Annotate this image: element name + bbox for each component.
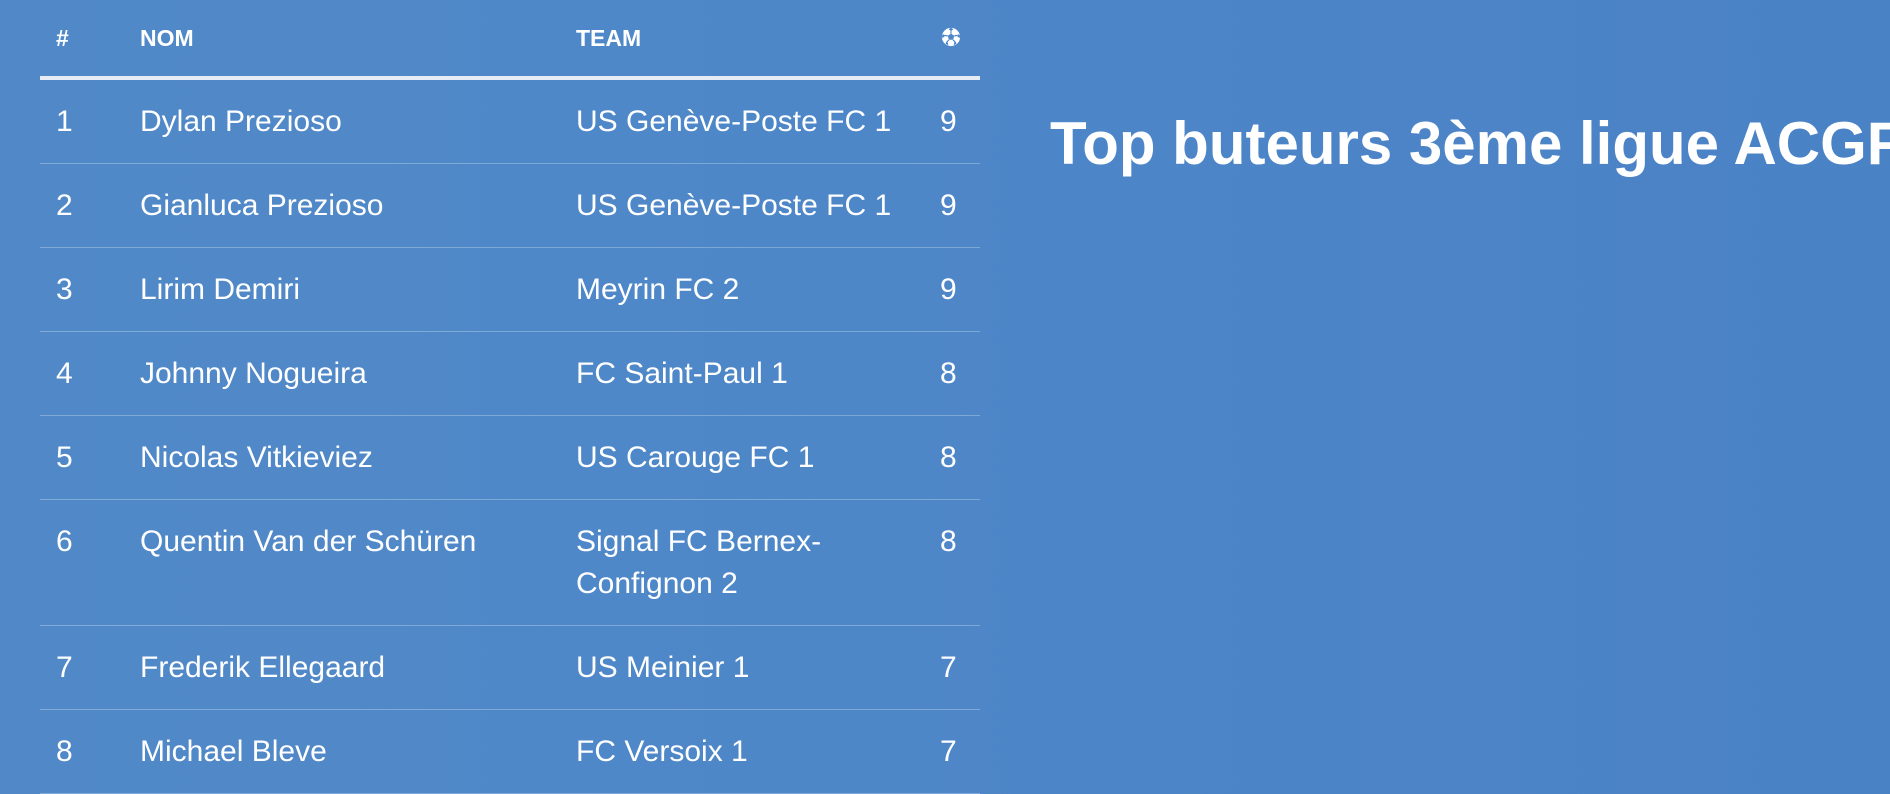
table-row: 4 Johnny Nogueira FC Saint-Paul 1 8 [40, 331, 980, 416]
header-goals [940, 0, 980, 80]
page-title: Top buteurs 3ème ligue ACGF [1050, 110, 1890, 177]
table-row: 6 Quentin Van der Schüren Signal FC Bern… [40, 499, 980, 626]
cell-rank: 8 [40, 709, 124, 794]
cell-name: Gianluca Prezioso [124, 163, 560, 248]
table-header: # NOM TEAM [40, 0, 980, 80]
cell-name: Lirim Demiri [124, 247, 560, 332]
cell-goals: 8 [940, 415, 980, 500]
cell-rank: 4 [40, 331, 124, 416]
cell-team: US Genève-Poste FC 1 [560, 78, 940, 164]
table-row: 3 Lirim Demiri Meyrin FC 2 9 [40, 247, 980, 332]
cell-goals: 8 [940, 499, 980, 626]
scorers-table-container: # NOM TEAM 1 Dylan Prezioso US Genève-Po… [40, 0, 980, 794]
cell-team: US Carouge FC 1 [560, 415, 940, 500]
cell-rank: 2 [40, 163, 124, 248]
cell-team: FC Saint-Paul 1 [560, 331, 940, 416]
cell-team: Meyrin FC 2 [560, 247, 940, 332]
cell-name: Quentin Van der Schüren [124, 499, 560, 626]
cell-name: Johnny Nogueira [124, 331, 560, 416]
header-row: # NOM TEAM [40, 0, 980, 80]
cell-team: US Genève-Poste FC 1 [560, 163, 940, 248]
cell-name: Dylan Prezioso [124, 78, 560, 164]
cell-rank: 3 [40, 247, 124, 332]
cell-goals: 9 [940, 163, 980, 248]
table-row: 5 Nicolas Vitkieviez US Carouge FC 1 8 [40, 415, 980, 500]
cell-name: Nicolas Vitkieviez [124, 415, 560, 500]
cell-name: Frederik Ellegaard [124, 625, 560, 710]
table-row: 2 Gianluca Prezioso US Genève-Poste FC 1… [40, 163, 980, 248]
cell-goals: 8 [940, 331, 980, 416]
table-body: 1 Dylan Prezioso US Genève-Poste FC 1 9 … [40, 78, 980, 794]
cell-team: FC Versoix 1 [560, 709, 940, 794]
cell-goals: 9 [940, 78, 980, 164]
header-team: TEAM [560, 0, 940, 80]
cell-rank: 1 [40, 78, 124, 164]
header-rank: # [40, 0, 124, 80]
table-row: 8 Michael Bleve FC Versoix 1 7 [40, 709, 980, 794]
header-name: NOM [124, 0, 560, 80]
cell-team: US Meinier 1 [560, 625, 940, 710]
cell-goals: 9 [940, 247, 980, 332]
cell-rank: 6 [40, 499, 124, 626]
cell-rank: 5 [40, 415, 124, 500]
cell-name: Michael Bleve [124, 709, 560, 794]
cell-goals: 7 [940, 709, 980, 794]
soccer-ball-icon [940, 26, 962, 48]
cell-goals: 7 [940, 625, 980, 710]
cell-team: Signal FC Bernex-Confignon 2 [560, 499, 940, 626]
top-scorers-table: # NOM TEAM 1 Dylan Prezioso US Genève-Po… [40, 0, 980, 794]
table-row: 7 Frederik Ellegaard US Meinier 1 7 [40, 625, 980, 710]
table-row: 1 Dylan Prezioso US Genève-Poste FC 1 9 [40, 78, 980, 164]
cell-rank: 7 [40, 625, 124, 710]
